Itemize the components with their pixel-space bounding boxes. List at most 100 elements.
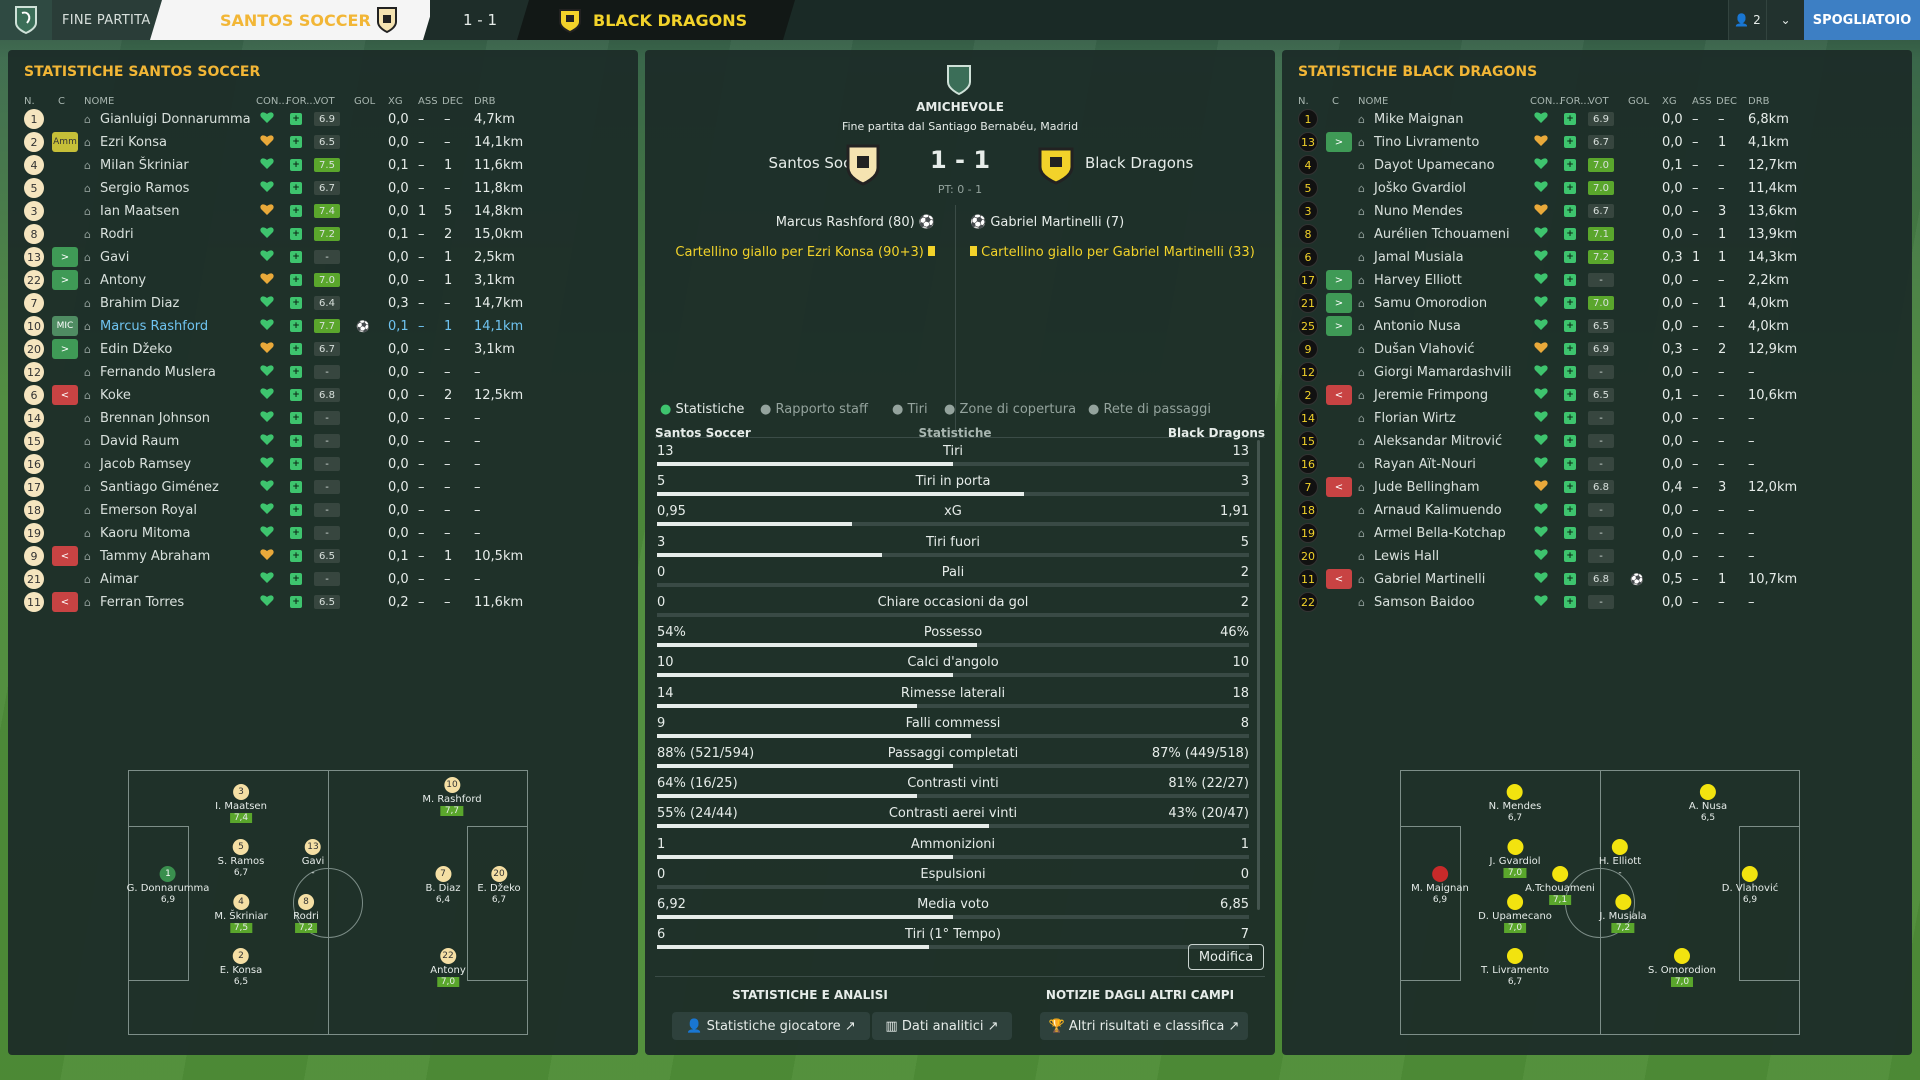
pitch-player[interactable]: 13 Gavi - (302, 839, 324, 878)
player-name[interactable]: Tino Livramento (1374, 135, 1479, 150)
player-name[interactable]: David Raum (100, 434, 179, 449)
player-name[interactable]: Dušan Vlahović (1374, 342, 1474, 357)
stat-xg: 0,0 (388, 134, 409, 150)
player-name[interactable]: Aleksandar Mitrović (1374, 434, 1502, 449)
users-button[interactable]: 👤 2 (1728, 0, 1766, 40)
player-name[interactable]: Rodri (100, 227, 134, 242)
player-name[interactable]: Florian Wirtz (1374, 411, 1456, 426)
pitch-player[interactable]: T. Livramento 6,7 (1481, 948, 1549, 987)
stat-dec: – (1718, 111, 1725, 127)
pitch-player[interactable]: N. Mendes 6,7 (1489, 784, 1541, 823)
player-name[interactable]: Nuno Mendes (1374, 204, 1463, 219)
stat-ass: – (1692, 433, 1699, 449)
pitch-player[interactable]: 7 B. Diaz 6,4 (425, 866, 461, 905)
player-name[interactable]: Gabriel Martinelli (1374, 572, 1485, 587)
player-name[interactable]: Marcus Rashford (100, 319, 208, 334)
player-name[interactable]: Emerson Royal (100, 503, 197, 518)
player-name[interactable]: Jacob Ramsey (100, 457, 191, 472)
player-name[interactable]: Giorgi Mamardashvili (1374, 365, 1511, 380)
player-name[interactable]: Edin Džeko (100, 342, 172, 357)
player-name[interactable]: Rayan Aït-Nouri (1374, 457, 1476, 472)
player-name[interactable]: Antony (100, 273, 146, 288)
pitch-player[interactable]: D. Upamecano 7,0 (1478, 894, 1552, 933)
pitch-player[interactable]: 2 E. Konsa 6,5 (220, 948, 262, 987)
stats-scrollbar[interactable] (1257, 440, 1260, 910)
stat-drb: 10,5km (474, 548, 524, 564)
tab-statistiche[interactable]: ● Statistiche (660, 402, 744, 417)
player-name[interactable]: Jamal Musiala (1374, 250, 1464, 265)
player-name[interactable]: Ian Maatsen (100, 204, 179, 219)
table-row[interactable]: 11 < ⌂ Ferran Torres +6.5 0,2– –11,6km (24, 589, 523, 615)
table-row[interactable]: 22 ⌂ Samson Baidoo + -0,0– – – (1298, 589, 1768, 615)
player-name[interactable]: Gavi (100, 250, 129, 265)
player-stats-button[interactable]: 👤 Statistiche giocatore ↗ (672, 1012, 870, 1040)
away-goal-text: Gabriel Martinelli (7) (990, 215, 1125, 230)
tab-rete-passaggi[interactable]: ● Rete di passaggi (1088, 402, 1211, 417)
pitch-player[interactable]: H. Elliott - (1599, 839, 1641, 878)
player-name[interactable]: Arnaud Kalimuendo (1374, 503, 1502, 518)
player-name[interactable]: Lewis Hall (1374, 549, 1439, 564)
home-team-name[interactable]: SANTOS SOCCER (150, 0, 435, 40)
player-name[interactable]: Dayot Upamecano (1374, 158, 1495, 173)
pitch-player[interactable]: D. Vlahović 6,9 (1722, 866, 1778, 905)
player-name[interactable]: Harvey Elliott (1374, 273, 1462, 288)
lock-icon: ⌂ (1358, 227, 1365, 241)
lock-icon: ⌂ (84, 434, 91, 448)
lock-icon: ⌂ (1358, 457, 1365, 471)
analytics-button[interactable]: ▥ Dati analitici ↗ (872, 1012, 1012, 1040)
player-name[interactable]: Koke (100, 388, 131, 403)
player-name[interactable]: Milan Škriniar (100, 158, 189, 173)
condition-heart-icon (1534, 157, 1548, 174)
player-name[interactable]: Aurélien Tchouameni (1374, 227, 1510, 242)
pitch-player[interactable]: J. Musiala 7,2 (1599, 894, 1647, 933)
player-name[interactable]: Gianluigi Donnarumma (100, 112, 251, 127)
condition-heart-icon (260, 479, 274, 496)
player-name[interactable]: Ezri Konsa (100, 135, 167, 150)
player-name[interactable]: Kaoru Mitoma (100, 526, 190, 541)
player-name[interactable]: Joško Gvardiol (1374, 181, 1466, 196)
pitch-player[interactable]: 4 M. Škriniar 7,5 (214, 894, 268, 933)
player-name[interactable]: Sergio Ramos (100, 181, 189, 196)
pitch-player[interactable]: 22 Antony 7,0 (430, 948, 466, 987)
pitch-player[interactable]: 10 M. Rashford 7,7 (422, 777, 482, 816)
dressing-room-button[interactable]: SPOGLIATOIO (1804, 0, 1920, 40)
pitch-player[interactable]: 5 S. Ramos 6,7 (218, 839, 264, 878)
player-name[interactable]: Mike Maignan (1374, 112, 1464, 127)
player-number: 25 (1298, 316, 1318, 336)
player-name[interactable]: Fernando Muslera (100, 365, 216, 380)
tab-zone-copertura[interactable]: ● Zone di copertura (944, 402, 1076, 417)
form-icon: + (290, 435, 302, 447)
stat-dec: 1 (1718, 295, 1727, 311)
other-results-button[interactable]: 🏆 Altri risultati e classifica ↗ (1040, 1012, 1248, 1040)
stat-xg: 0,1 (1662, 157, 1683, 173)
pitch-player[interactable]: 8 Rodri 7,2 (293, 894, 319, 933)
player-name[interactable]: Brennan Johnson (100, 411, 210, 426)
pitch-player[interactable]: M. Maignan 6,9 (1411, 866, 1469, 905)
tab-tiri[interactable]: ● Tiri (892, 402, 928, 417)
player-name[interactable]: Jude Bellingham (1374, 480, 1480, 495)
player-name[interactable]: Aimar (100, 572, 138, 587)
dropdown-button[interactable]: ⌄ (1766, 0, 1804, 40)
pitch-player[interactable]: 20 E. Džeko 6,7 (477, 866, 521, 905)
player-name[interactable]: Armel Bella-Kotchap (1374, 526, 1506, 541)
game-logo-icon[interactable] (0, 0, 52, 40)
player-name[interactable]: Tammy Abraham (100, 549, 210, 564)
player-name[interactable]: Samu Omorodion (1374, 296, 1487, 311)
player-name[interactable]: Antonio Nusa (1374, 319, 1461, 334)
player-name[interactable]: Santiago Giménez (100, 480, 219, 495)
tab-rapporto-staff[interactable]: ● Rapporto staff (760, 402, 868, 417)
player-name[interactable]: Ferran Torres (100, 595, 184, 610)
player-rating: - (1588, 526, 1614, 540)
pitch-player[interactable]: S. Omorodion 7,0 (1648, 948, 1716, 987)
away-team-name[interactable]: BLACK DRAGONS (517, 0, 795, 40)
pitch-player[interactable]: A. Nusa 6,5 (1689, 784, 1727, 823)
stat-bar (657, 703, 1249, 708)
player-name[interactable]: Samson Baidoo (1374, 595, 1475, 610)
lock-icon: ⌂ (84, 112, 91, 126)
player-name[interactable]: Jeremie Frimpong (1374, 388, 1488, 403)
tab-label: Tiri (907, 402, 928, 417)
player-name[interactable]: Brahim Diaz (100, 296, 179, 311)
modify-button[interactable]: Modifica (1188, 944, 1264, 970)
pitch-player[interactable]: 1 G. Donnarumma 6,9 (127, 866, 209, 905)
pitch-player[interactable]: 3 I. Maatsen 7,4 (215, 784, 267, 823)
